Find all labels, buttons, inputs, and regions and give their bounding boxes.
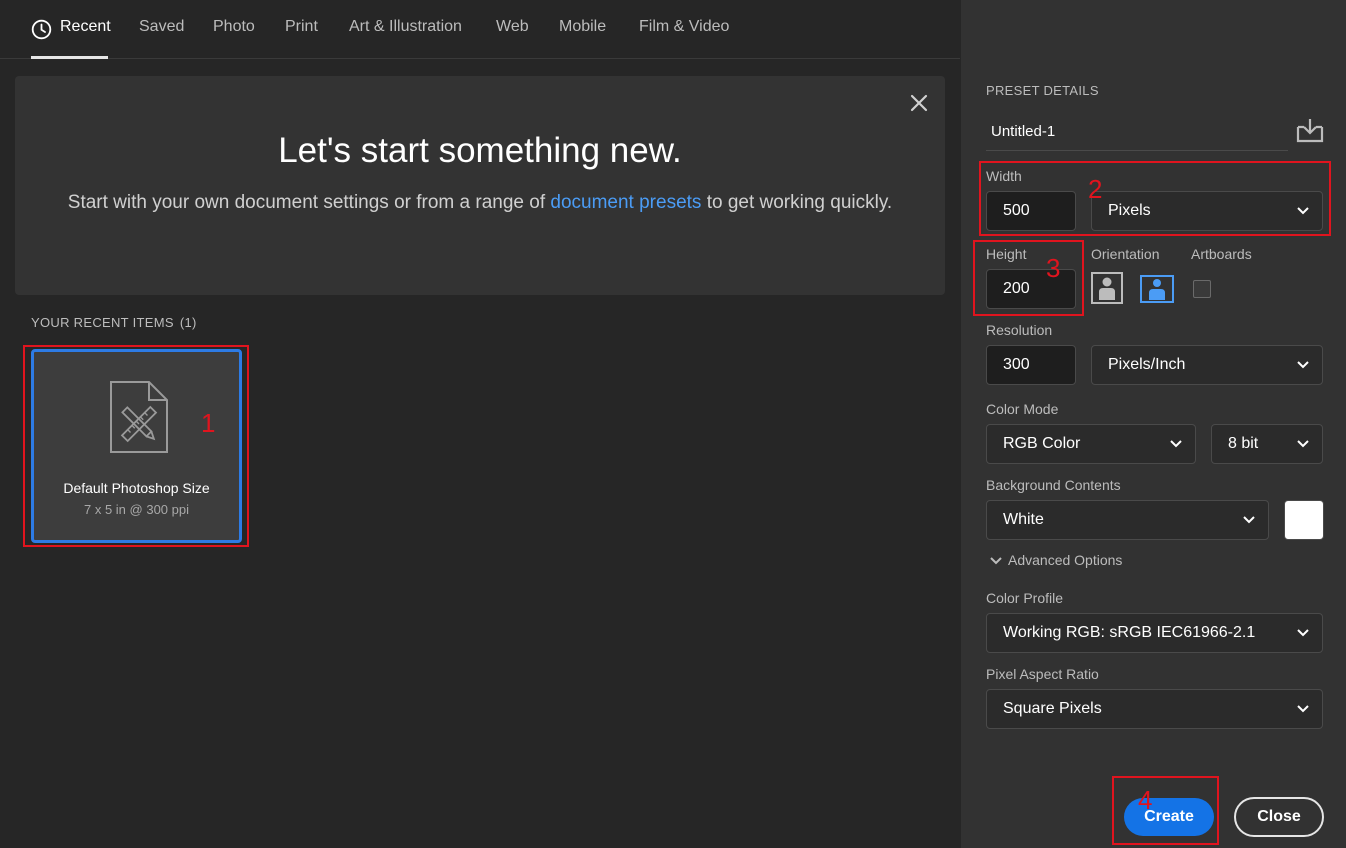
document-name-field[interactable]: Untitled-1 — [986, 113, 1288, 151]
resolution-label: Resolution — [986, 322, 1053, 338]
annotation-number-4: 4 — [1138, 785, 1153, 815]
color-profile-select[interactable]: Working RGB: sRGB IEC61966-2.1 — [986, 613, 1323, 653]
banner-subtitle: Start with your own document settings or… — [15, 188, 945, 218]
pixel-aspect-ratio-label: Pixel Aspect Ratio — [986, 666, 1099, 682]
tab-mobile[interactable]: Mobile — [559, 18, 606, 36]
resolution-unit-select[interactable]: Pixels/Inch — [1091, 345, 1323, 385]
annotation-box-4 — [1112, 776, 1219, 845]
tab-recent[interactable]: Recent — [60, 18, 111, 36]
pixel-aspect-ratio-value: Square Pixels — [1003, 700, 1102, 717]
chevron-down-icon — [1297, 361, 1309, 369]
annotation-box-3 — [973, 240, 1084, 316]
color-profile-label: Color Profile — [986, 590, 1064, 606]
background-contents-value: White — [1003, 511, 1044, 528]
color-mode-value: RGB Color — [1003, 435, 1081, 452]
resolution-unit-value: Pixels/Inch — [1108, 356, 1186, 373]
save-preset-icon[interactable] — [1296, 117, 1324, 143]
portrait-orientation-icon[interactable] — [1091, 272, 1123, 304]
artboards-checkbox[interactable] — [1193, 280, 1211, 298]
banner-subtitle-text: Start with your own document settings or… — [67, 192, 551, 213]
advanced-options-toggle[interactable]: Advanced Options — [989, 552, 1122, 568]
document-presets-link[interactable]: document presets — [550, 192, 701, 213]
recent-items-header: YOUR RECENT ITEMS (1) — [31, 315, 197, 330]
background-color-swatch[interactable] — [1284, 500, 1324, 540]
resolution-input[interactable]: 300 — [986, 345, 1076, 385]
orientation-label: Orientation — [1091, 246, 1160, 262]
recent-items-count: (1) — [179, 315, 197, 330]
artboards-label: Artboards — [1191, 246, 1252, 262]
welcome-banner: Let's start something new. Start with yo… — [15, 76, 945, 295]
chevron-down-icon — [990, 557, 1002, 565]
tab-film-video[interactable]: Film & Video — [639, 18, 729, 36]
tab-web[interactable]: Web — [496, 18, 529, 36]
landscape-orientation-icon[interactable] — [1140, 272, 1174, 304]
annotation-box-1 — [23, 345, 249, 547]
preset-details-title: PRESET DETAILS — [986, 83, 1099, 98]
bit-depth-value: 8 bit — [1228, 435, 1259, 452]
clock-icon — [31, 19, 52, 40]
background-contents-label: Background Contents — [986, 477, 1121, 493]
pixel-aspect-ratio-select[interactable]: Square Pixels — [986, 689, 1323, 729]
tab-saved[interactable]: Saved — [139, 18, 184, 36]
annotation-number-3: 3 — [1046, 253, 1061, 283]
active-tab-indicator — [31, 56, 108, 59]
banner-title: Let's start something new. — [278, 131, 682, 170]
color-profile-value: Working RGB: sRGB IEC61966-2.1 — [1003, 624, 1256, 641]
chevron-down-icon — [1297, 629, 1309, 637]
chevron-down-icon — [1297, 705, 1309, 713]
background-contents-select[interactable]: White — [986, 500, 1269, 540]
annotation-box-2 — [979, 161, 1331, 236]
chevron-down-icon — [1170, 440, 1182, 448]
close-button[interactable]: Close — [1234, 797, 1324, 837]
tab-art-illustration[interactable]: Art & Illustration — [349, 18, 462, 36]
advanced-options-label: Advanced Options — [1008, 552, 1123, 568]
top-nav: Recent Saved Photo Print Art & Illustrat… — [0, 0, 960, 59]
chevron-down-icon — [1243, 516, 1255, 524]
preset-details-panel: PRESET DETAILS Untitled-1 Width 500 Pixe… — [961, 0, 1346, 848]
banner-subtitle-text-end: to get working quickly. — [701, 192, 893, 213]
color-mode-select[interactable]: RGB Color — [986, 424, 1196, 464]
bit-depth-select[interactable]: 8 bit — [1211, 424, 1323, 464]
recent-items-title: YOUR RECENT ITEMS — [31, 315, 174, 330]
annotation-number-2: 2 — [1088, 174, 1103, 204]
color-mode-label: Color Mode — [986, 401, 1059, 417]
annotation-number-1: 1 — [201, 408, 216, 438]
tab-print[interactable]: Print — [285, 18, 318, 36]
tab-photo[interactable]: Photo — [213, 18, 255, 36]
chevron-down-icon — [1297, 440, 1309, 448]
close-icon[interactable] — [910, 94, 928, 112]
